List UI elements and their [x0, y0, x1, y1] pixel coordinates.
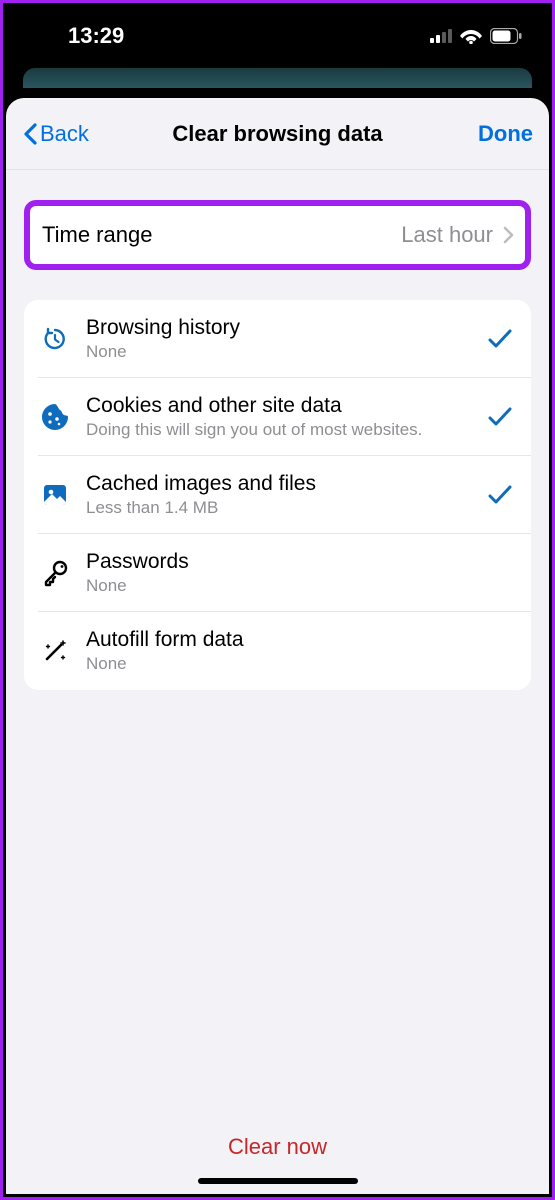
nav-bar: Back Clear browsing data Done [6, 98, 549, 170]
row-title: Browsing history [86, 316, 477, 340]
data-type-row[interactable]: Browsing history None [24, 300, 531, 378]
cellular-icon [430, 29, 452, 43]
status-time: 13:29 [68, 23, 124, 49]
data-type-row[interactable]: Passwords None [24, 534, 531, 612]
background-app-strip [23, 68, 532, 88]
data-types-list: Browsing history None Cookies and other … [24, 300, 531, 690]
wifi-icon [460, 28, 482, 44]
row-title: Passwords [86, 550, 513, 574]
data-type-row[interactable]: Cookies and other site data Doing this w… [24, 378, 531, 456]
time-range-row[interactable]: Time range Last hour [24, 200, 531, 270]
row-text: Cookies and other site data Doing this w… [86, 394, 477, 440]
row-title: Cookies and other site data [86, 394, 477, 418]
chevron-right-icon [503, 226, 515, 244]
battery-icon [490, 28, 522, 44]
row-subtitle: None [86, 342, 477, 362]
back-button[interactable]: Back [22, 121, 112, 147]
key-icon [38, 556, 72, 590]
checkmark-icon [487, 328, 513, 350]
status-icons [430, 28, 522, 44]
row-subtitle: None [86, 654, 513, 674]
status-bar: 13:29 [3, 3, 552, 68]
time-range-label: Time range [42, 222, 152, 248]
cookie-icon [38, 400, 72, 434]
row-subtitle: Less than 1.4 MB [86, 498, 477, 518]
chevron-left-icon [22, 122, 38, 146]
row-subtitle: Doing this will sign you out of most web… [86, 420, 477, 440]
row-text: Autofill form data None [86, 628, 513, 674]
page-title: Clear browsing data [172, 121, 382, 147]
data-type-row[interactable]: Autofill form data None [24, 612, 531, 690]
checkmark-icon [487, 406, 513, 428]
back-label: Back [40, 121, 89, 147]
wand-icon [38, 634, 72, 668]
row-text: Cached images and files Less than 1.4 MB [86, 472, 477, 518]
content-area: Time range Last hour Browsing history No… [6, 170, 549, 1194]
history-icon [38, 322, 72, 356]
done-button[interactable]: Done [443, 121, 533, 147]
row-text: Browsing history None [86, 316, 477, 362]
row-title: Cached images and files [86, 472, 477, 496]
data-type-row[interactable]: Cached images and files Less than 1.4 MB [24, 456, 531, 534]
time-range-value: Last hour [401, 222, 493, 248]
home-indicator[interactable] [198, 1178, 358, 1184]
row-title: Autofill form data [86, 628, 513, 652]
row-text: Passwords None [86, 550, 513, 596]
checkmark-icon [487, 484, 513, 506]
settings-sheet: Back Clear browsing data Done Time range… [6, 98, 549, 1194]
clear-now-button[interactable]: Clear now [24, 1112, 531, 1178]
image-icon [38, 478, 72, 512]
row-subtitle: None [86, 576, 513, 596]
